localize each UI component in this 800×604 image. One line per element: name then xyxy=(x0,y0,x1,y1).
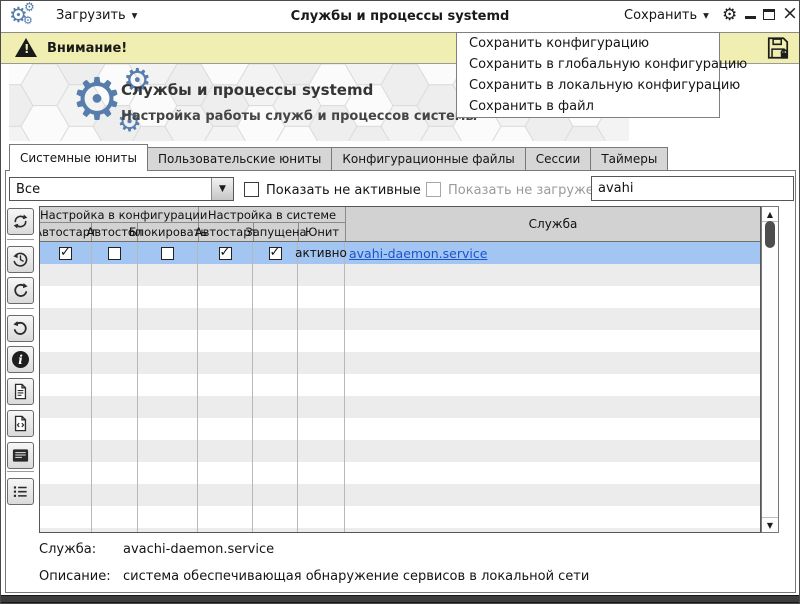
config-autostart-checkbox[interactable]: ✓ xyxy=(40,242,92,264)
view-file-button[interactable] xyxy=(7,378,34,405)
chevron-down-icon: ▼ xyxy=(219,184,226,194)
app-window: ⚙ ⚙ ⚙ Загрузить ▼ Службы и процессы syst… xyxy=(0,0,800,604)
system-autostart-checkbox[interactable]: ✓ xyxy=(198,242,253,264)
tab-system-units[interactable]: Системные юниты xyxy=(9,144,148,171)
gear-icon: ⚙ xyxy=(71,70,123,128)
service-value: avachi-daemon.service xyxy=(123,542,274,557)
show-log-button[interactable] xyxy=(7,442,34,469)
column-header-service: Служба xyxy=(346,207,760,241)
save-menu-button[interactable]: Сохранить ▼ xyxy=(624,8,709,23)
toolbar-separator xyxy=(7,308,34,314)
service-link[interactable]: avahi-daemon.service xyxy=(349,246,487,261)
tab-bar: Системные юниты Пользовательские юниты К… xyxy=(9,144,668,171)
menu-item-save-configuration[interactable]: Сохранить конфигурацию xyxy=(457,33,719,54)
chevron-down-icon: ▼ xyxy=(703,11,709,20)
info-icon: i xyxy=(12,351,29,368)
undo-icon xyxy=(11,319,30,338)
scrollbar-thumb[interactable] xyxy=(765,221,775,248)
table-empty-row xyxy=(40,352,760,374)
table-empty-row xyxy=(40,528,760,533)
table-empty-row xyxy=(40,374,760,396)
minimize-icon[interactable] xyxy=(745,16,756,19)
column-header-unit: Юнит xyxy=(299,223,345,241)
menu-item-save-local-configuration[interactable]: Сохранить в локальную конфигурацию xyxy=(457,75,719,96)
refresh-button[interactable] xyxy=(7,208,34,235)
history-icon xyxy=(11,250,30,269)
warning-label: Внимание! xyxy=(47,41,127,56)
settings-gear-button[interactable]: ⚙ xyxy=(722,7,737,24)
table-empty-row xyxy=(40,418,760,440)
redo-icon xyxy=(11,281,30,300)
list-icon xyxy=(11,482,30,501)
table-empty-row xyxy=(40,264,760,286)
info-button[interactable]: i xyxy=(7,346,34,373)
units-table: Настройка в конфигурации Автостарт Автос… xyxy=(39,206,761,533)
tab-config-files[interactable]: Конфигурационные файлы xyxy=(332,147,525,171)
search-input[interactable] xyxy=(591,176,794,201)
tab-sessions[interactable]: Сессии xyxy=(526,147,592,171)
console-icon xyxy=(11,446,30,465)
table-empty-row xyxy=(40,308,760,330)
tab-timers[interactable]: Таймеры xyxy=(591,147,668,171)
toolbar-separator xyxy=(7,239,34,245)
menu-item-save-global-configuration[interactable]: Сохранить в глобальную конфигурацию xyxy=(457,54,719,75)
redo-button[interactable] xyxy=(7,277,34,304)
save-locked-button[interactable] xyxy=(765,35,791,61)
tab-user-units[interactable]: Пользовательские юниты xyxy=(148,147,332,171)
document-code-icon xyxy=(11,414,30,433)
table-empty-row xyxy=(40,396,760,418)
unit-status: активно xyxy=(298,242,345,264)
table-header: Настройка в конфигурации Автостарт Автос… xyxy=(40,207,760,242)
description-value: система обеспечивающая обнаружение серви… xyxy=(123,569,589,584)
combobox-value: Все xyxy=(16,182,40,197)
bottom-status-bar xyxy=(1,595,799,603)
vertical-scrollbar[interactable]: ▲ ▼ xyxy=(761,206,779,533)
scroll-up-icon[interactable]: ▲ xyxy=(762,207,778,222)
show-inactive-label: Показать не активные xyxy=(266,183,421,198)
table-empty-row xyxy=(40,440,760,462)
column-header-running: Запущена xyxy=(254,223,299,241)
toolbar-separator xyxy=(7,471,34,477)
toolbar: ⚙ ⚙ ⚙ Загрузить ▼ Службы и процессы syst… xyxy=(1,1,799,33)
banner-title: Службы и процессы systemd xyxy=(121,81,373,99)
table-empty-row xyxy=(40,484,760,506)
dependencies-list-button[interactable] xyxy=(7,478,34,505)
refresh-icon xyxy=(11,212,30,231)
save-dropdown-menu: Сохранить конфигурацию Сохранить в глоба… xyxy=(456,32,720,118)
show-unloaded-checkbox[interactable] xyxy=(426,182,441,197)
table-empty-row xyxy=(40,330,760,352)
column-header-block: Блокировать xyxy=(138,223,198,241)
floppy-lock-icon xyxy=(765,35,791,61)
group-header-system: Настройка в системе xyxy=(199,207,345,223)
menu-item-save-to-file[interactable]: Сохранить в файл xyxy=(457,96,719,117)
maximize-icon[interactable] xyxy=(763,9,775,20)
config-autostop-checkbox[interactable] xyxy=(92,242,138,264)
column-header-autostart-config: Автостарт xyxy=(40,223,92,241)
group-header-config: Настройка в конфигурации xyxy=(40,207,198,223)
table-empty-row xyxy=(40,462,760,484)
table-empty-row xyxy=(40,506,760,528)
table-body-empty xyxy=(40,264,760,533)
description-label: Описание: xyxy=(39,569,111,584)
unit-filter-combobox[interactable]: Все ▼ xyxy=(9,177,234,201)
close-icon[interactable]: × xyxy=(782,4,798,23)
config-block-checkbox[interactable] xyxy=(138,242,198,264)
scroll-down-icon[interactable]: ▼ xyxy=(762,517,778,532)
save-menu-label: Сохранить xyxy=(624,8,697,23)
show-inactive-checkbox[interactable] xyxy=(244,182,259,197)
banner-subtitle: Настройка работы служб и процессов систе… xyxy=(121,109,477,124)
undo-button[interactable] xyxy=(7,315,34,342)
history-button[interactable] xyxy=(7,246,34,273)
table-empty-row xyxy=(40,286,760,308)
combobox-arrow-button[interactable]: ▼ xyxy=(211,178,233,200)
table-row[interactable]: ✓ ✓ ✓ активно avahi-daemon.service xyxy=(40,242,760,264)
edit-unit-file-button[interactable] xyxy=(7,410,34,437)
document-icon xyxy=(11,382,30,401)
service-label: Служба: xyxy=(39,542,96,557)
system-running-checkbox[interactable]: ✓ xyxy=(253,242,298,264)
